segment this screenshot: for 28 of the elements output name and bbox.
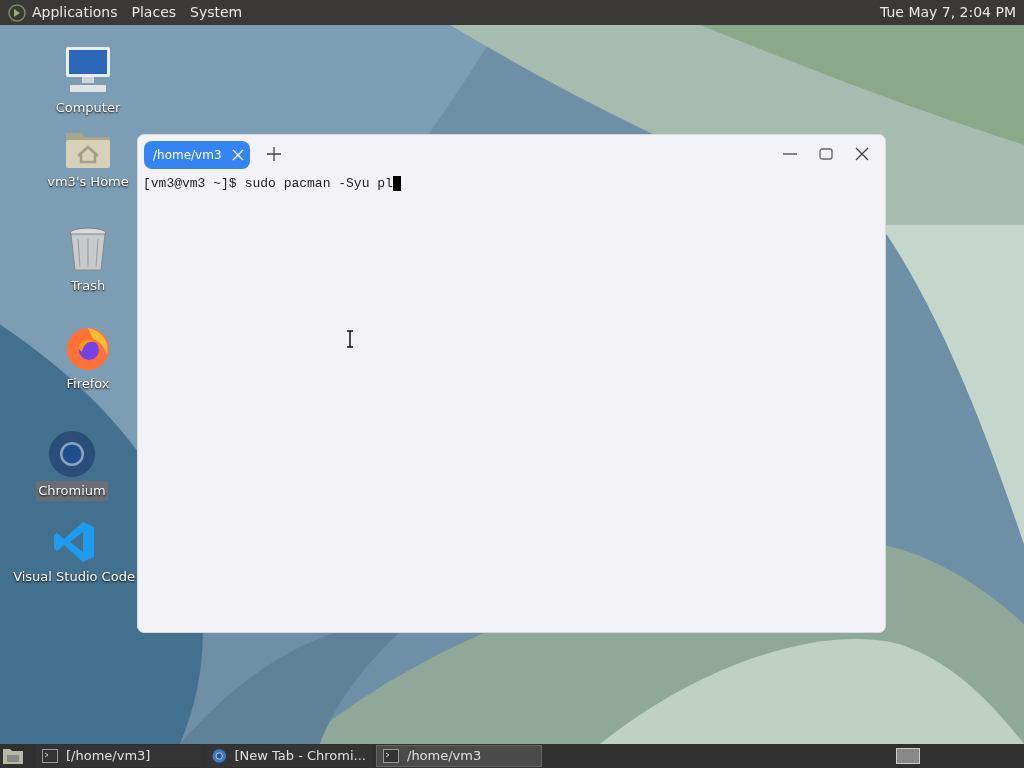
chromium-icon <box>48 430 96 478</box>
desktop-icon-label[interactable]: Visual Studio Code <box>11 567 137 587</box>
computer-icon <box>64 45 112 95</box>
logo-icon <box>8 3 26 22</box>
workspace-switcher-icon[interactable] <box>896 748 920 764</box>
menu-item[interactable]: Applications <box>32 2 118 23</box>
terminal-icon <box>383 749 399 763</box>
taskbar-button[interactable]: /home/vm3 <box>376 745 542 767</box>
terminal-icon <box>42 749 58 763</box>
menu-item[interactable]: System <box>190 2 243 23</box>
show-desktop-icon[interactable] <box>2 747 24 765</box>
browser-icon <box>212 748 227 764</box>
taskbar-button[interactable]: [/home/vm3] <box>36 745 202 767</box>
text-cursor <box>392 176 401 192</box>
menu-item[interactable]: Places <box>131 2 177 23</box>
close-icon[interactable] <box>855 147 869 161</box>
desktop-icon-label[interactable]: Chromium <box>36 481 108 501</box>
taskbar-button[interactable]: [New Tab - Chromi... <box>206 745 372 767</box>
mouse-pointer-icon <box>346 330 354 348</box>
new-tab-icon[interactable] <box>265 146 282 162</box>
clock[interactable]: Tue May 7, 2:04 PM <box>880 2 1016 23</box>
tab[interactable]: /home/vm3 <box>144 141 250 169</box>
command-text: sudo pacman -Syu pl <box>244 175 393 193</box>
firefox-icon <box>65 325 111 371</box>
trash-icon <box>68 227 108 273</box>
maximize-icon[interactable] <box>819 147 833 161</box>
vscode-icon <box>52 520 96 564</box>
shell-prompt: [vm3@vm3 ~]$ <box>143 175 237 193</box>
